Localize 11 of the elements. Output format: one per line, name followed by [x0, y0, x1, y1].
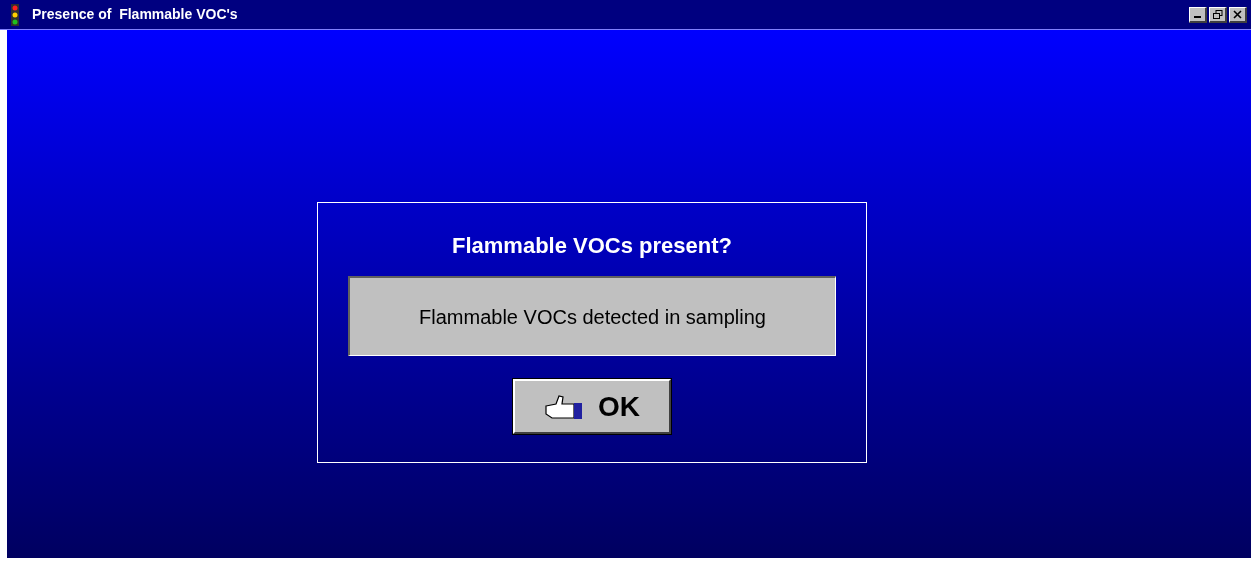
restore-button[interactable] [1209, 6, 1227, 23]
minimize-button[interactable] [1189, 6, 1207, 23]
close-button[interactable] [1229, 6, 1247, 23]
ok-button[interactable]: OK [513, 379, 671, 434]
window-title: Presence of Flammable VOC's [32, 5, 238, 24]
message-text: Flammable VOCs detected in sampling [418, 304, 767, 329]
thumbs-up-icon [544, 393, 584, 420]
restore-icon [1212, 9, 1223, 19]
close-icon [1233, 9, 1242, 19]
traffic-light-icon [8, 3, 22, 26]
dialog-heading: Flammable VOCs present? [452, 232, 732, 260]
